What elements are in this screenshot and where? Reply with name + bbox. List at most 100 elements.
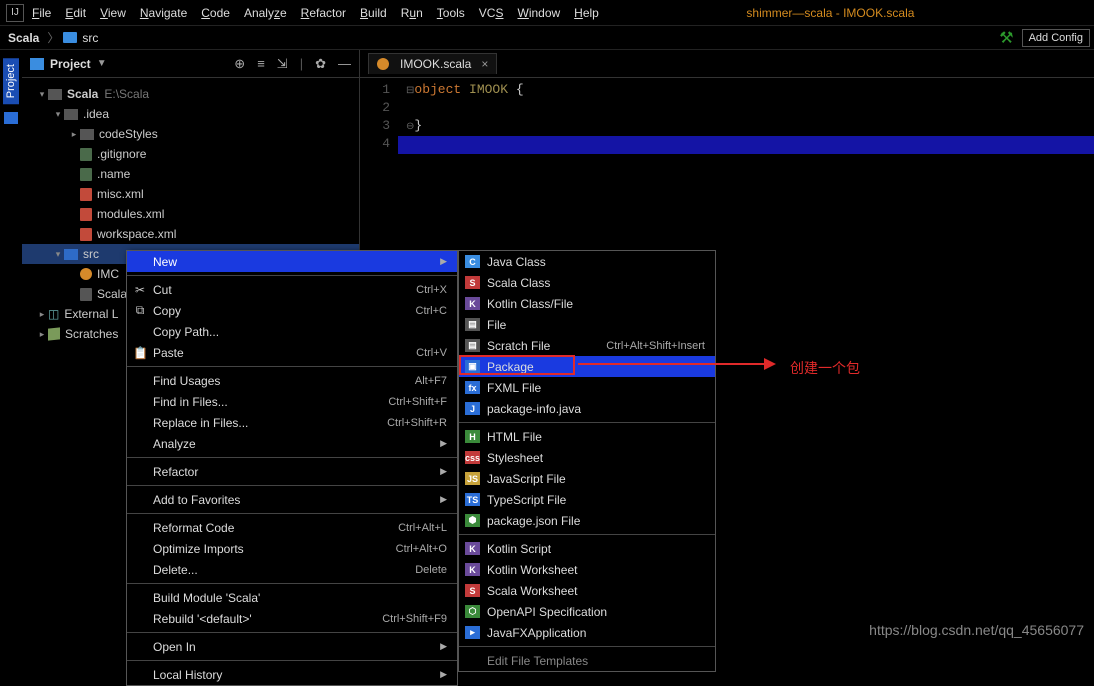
divider [127, 275, 457, 276]
structure-icon[interactable] [4, 112, 18, 124]
left-gutter: Project [0, 50, 22, 646]
sub-scws[interactable]: SScala Worksheet [459, 580, 715, 601]
file-icon: ▤ [465, 318, 480, 331]
gitignore-label: .gitignore [97, 147, 146, 161]
ctx-favorites[interactable]: Add to Favorites▶ [127, 489, 457, 510]
sub-stylesheet[interactable]: cssStylesheet [459, 447, 715, 468]
menu-refactor[interactable]: Refactor [301, 6, 346, 20]
idea-label: .idea [83, 107, 109, 121]
annotation-text: 创建一个包 [790, 358, 860, 378]
menu-analyze[interactable]: Analyze [244, 6, 287, 20]
sub-ktws[interactable]: KKotlin Worksheet [459, 559, 715, 580]
menu-file[interactable]: File [32, 6, 51, 20]
src-folder-icon [64, 249, 78, 260]
menu-tools[interactable]: Tools [437, 6, 465, 20]
folder-icon [80, 129, 94, 140]
project-icon [30, 58, 44, 70]
chevron-down-icon[interactable]: ▾ [36, 89, 48, 100]
tree-root[interactable]: ▾ Scala E:\Scala [22, 84, 359, 104]
code-area[interactable]: 1234 ⊟object IMOOK { ⊖} [360, 78, 1094, 154]
scratches-label: Scratches [65, 327, 118, 341]
sub-scala-class[interactable]: SScala Class [459, 272, 715, 293]
ctx-delete[interactable]: Delete...Delete [127, 559, 457, 580]
chevron-right-icon[interactable]: ▸ [36, 309, 48, 320]
ctx-reformat[interactable]: Reformat CodeCtrl+Alt+L [127, 517, 457, 538]
sub-ts[interactable]: TSTypeScript File [459, 489, 715, 510]
chevron-down-icon[interactable]: ▾ [52, 109, 64, 120]
add-config-button[interactable]: Add Config [1022, 29, 1090, 47]
build-hammer-icon[interactable]: ⚒ [999, 28, 1013, 48]
locate-icon[interactable]: ⊕ [234, 56, 245, 72]
tree-name[interactable]: .name [22, 164, 359, 184]
folder-icon [63, 32, 77, 43]
project-title[interactable]: Project [50, 57, 91, 71]
crumb-src[interactable]: src [82, 31, 98, 45]
ctx-findusages[interactable]: Find UsagesAlt+F7 [127, 370, 457, 391]
hide-icon[interactable]: — [338, 56, 351, 72]
project-toolbar: ⊕ ≡ ⇲ | ✿ — [234, 56, 351, 72]
sidebar-project-tab[interactable]: Project [3, 58, 19, 104]
ctx-new[interactable]: New ▶ [127, 251, 457, 272]
project-dropdown-icon[interactable]: ▼ [97, 58, 107, 69]
tree-modules[interactable]: modules.xml [22, 204, 359, 224]
sub-jfx[interactable]: ▸JavaFXApplication [459, 622, 715, 643]
sub-kts[interactable]: KKotlin Script [459, 538, 715, 559]
tree-idea[interactable]: ▾ .idea [22, 104, 359, 124]
chevron-down-icon[interactable]: ▾ [52, 249, 64, 260]
css-icon: css [465, 451, 480, 464]
sub-js[interactable]: JSJavaScript File [459, 468, 715, 489]
sub-scratch[interactable]: ▤Scratch FileCtrl+Alt+Shift+Insert [459, 335, 715, 356]
ctx-rebuild[interactable]: Rebuild '<default>'Ctrl+Shift+F9 [127, 608, 457, 629]
menu-help[interactable]: Help [574, 6, 599, 20]
crumb-root[interactable]: Scala [8, 31, 39, 45]
sub-fxml[interactable]: fxFXML File [459, 377, 715, 398]
sub-html[interactable]: HHTML File [459, 426, 715, 447]
sub-eft[interactable]: Edit File Templates [459, 650, 715, 671]
chevron-right-icon: ▶ [440, 438, 447, 449]
pkgjson-icon: ⬢ [465, 514, 480, 527]
tree-gitignore[interactable]: .gitignore [22, 144, 359, 164]
menu-run[interactable]: Run [401, 6, 423, 20]
ctx-copy[interactable]: ⧉CopyCtrl+C [127, 300, 457, 321]
sub-file[interactable]: ▤File [459, 314, 715, 335]
ctx-analyze[interactable]: Analyze▶ [127, 433, 457, 454]
menu-vcs[interactable]: VCS [479, 6, 504, 20]
ctx-optimize[interactable]: Optimize ImportsCtrl+Alt+O [127, 538, 457, 559]
sub-package[interactable]: ▣Package [459, 356, 715, 377]
tree-misc[interactable]: misc.xml [22, 184, 359, 204]
tab-imook[interactable]: IMOOK.scala × [368, 53, 497, 74]
menu-edit[interactable]: Edit [65, 6, 86, 20]
menu-view[interactable]: View [100, 6, 126, 20]
menu-window[interactable]: Window [517, 6, 560, 20]
ctx-refactor[interactable]: Refactor▶ [127, 461, 457, 482]
code-body[interactable]: ⊟object IMOOK { ⊖} [398, 78, 1094, 154]
ctx-cut[interactable]: ✂CutCtrl+X [127, 279, 457, 300]
ctx-replaceinfiles[interactable]: Replace in Files...Ctrl+Shift+R [127, 412, 457, 433]
sub-pkgjson[interactable]: ⬢package.json File [459, 510, 715, 531]
tree-codestyles[interactable]: ▸ codeStyles [22, 124, 359, 144]
ctx-copypath[interactable]: Copy Path... [127, 321, 457, 342]
sub-java-class[interactable]: CJava Class [459, 251, 715, 272]
chevron-right-icon[interactable]: ▸ [36, 329, 48, 340]
sub-openapi[interactable]: ⬡OpenAPI Specification [459, 601, 715, 622]
expand-icon[interactable]: ≡ [257, 56, 265, 72]
project-header: Project ▼ ⊕ ≡ ⇲ | ✿ — [22, 50, 359, 78]
menu-navigate[interactable]: Navigate [140, 6, 187, 20]
sub-kotlin-class[interactable]: KKotlin Class/File [459, 293, 715, 314]
sub-pkginfo[interactable]: Jpackage-info.java [459, 398, 715, 419]
collapse-icon[interactable]: ⇲ [277, 56, 288, 72]
ctx-localhistory[interactable]: Local History▶ [127, 664, 457, 685]
close-icon[interactable]: × [481, 57, 488, 71]
ctx-findinfiles[interactable]: Find in Files...Ctrl+Shift+F [127, 391, 457, 412]
ctx-build-module[interactable]: Build Module 'Scala' [127, 587, 457, 608]
divider [459, 534, 715, 535]
gear-icon[interactable]: ✿ [315, 56, 326, 72]
ctx-openin[interactable]: Open In▶ [127, 636, 457, 657]
menu-code[interactable]: Code [201, 6, 230, 20]
menu-build[interactable]: Build [360, 6, 387, 20]
tree-workspace[interactable]: workspace.xml [22, 224, 359, 244]
chevron-right-icon[interactable]: ▸ [68, 129, 80, 140]
ctx-paste[interactable]: 📋PasteCtrl+V [127, 342, 457, 363]
scratch-icon: ▤ [465, 339, 480, 352]
chevron-right-icon: ▶ [440, 256, 447, 267]
